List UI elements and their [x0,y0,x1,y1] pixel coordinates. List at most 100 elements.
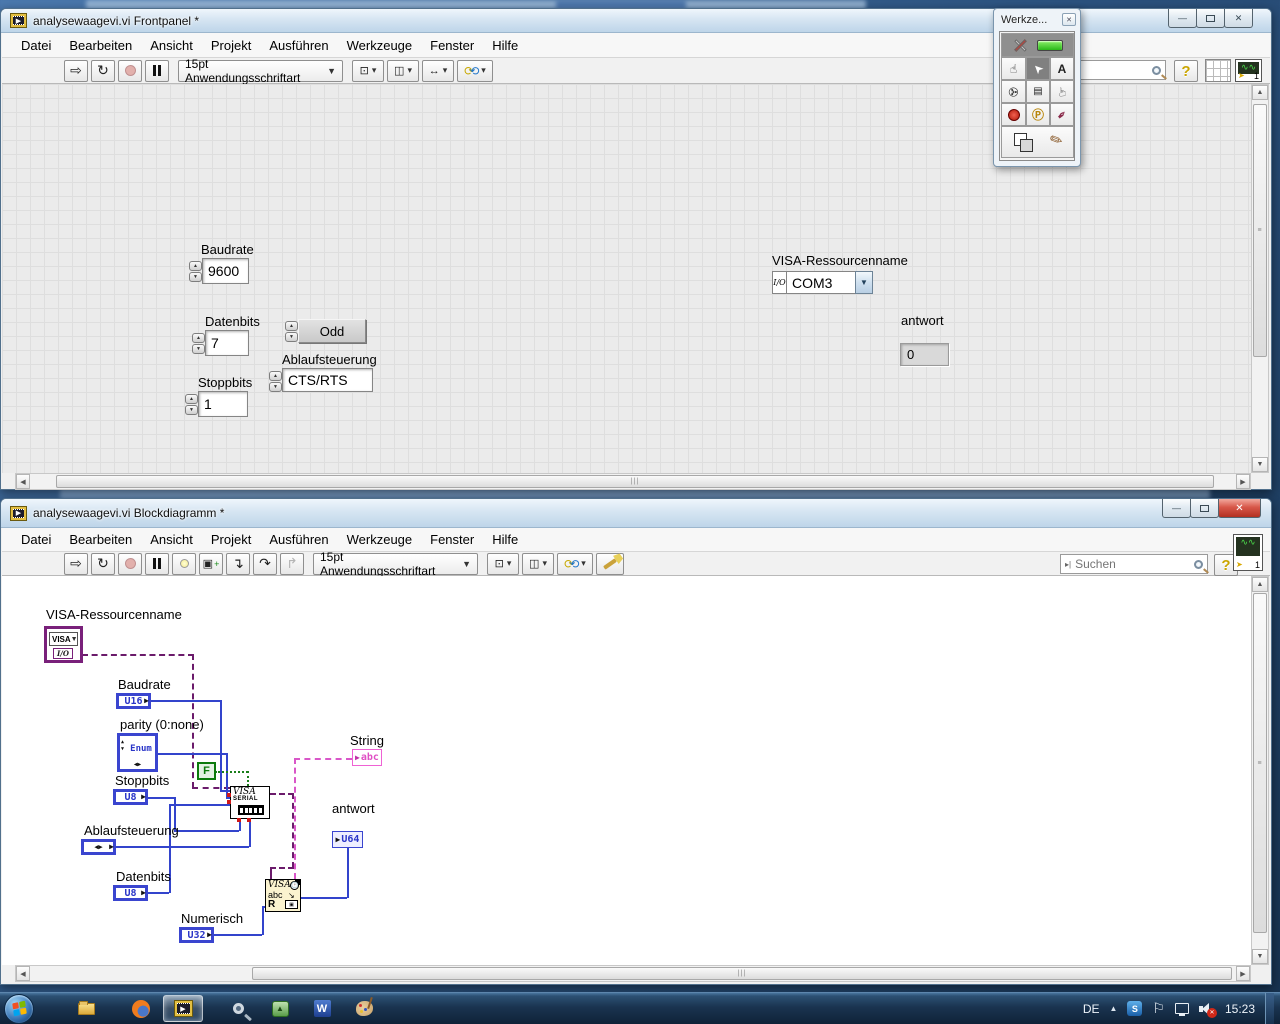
bd-horizontal-scrollbar[interactable]: ◀ ||| ▶ [15,965,1251,982]
string-terminal[interactable]: ▶ abc [352,749,382,766]
ablaufsteuerung-terminal[interactable]: ◀▶ ▶ [81,839,116,855]
fp-hscroll-thumb[interactable]: ||| [56,475,1214,488]
datenbits-field[interactable]: 7 [205,330,249,356]
resize-objects-dropdown[interactable]: ↔ ▾ [422,59,454,82]
taskbar-item-firefox[interactable] [121,995,161,1022]
align-objects-dropdown[interactable]: ⊡ ▾ [487,552,519,575]
menu-ansicht[interactable]: Ansicht [141,532,202,547]
show-desktop-button[interactable] [1265,992,1274,1024]
wire-numerisch[interactable] [213,934,262,936]
tool-automatic-selection[interactable] [1001,33,1074,57]
wire-boolean[interactable] [247,771,249,786]
fp-vertical-scrollbar[interactable]: ▲ ≡ ▼ [1251,84,1269,473]
wire-parity[interactable] [226,753,228,798]
baudrate-field[interactable]: 9600 [202,258,249,284]
menu-bearbeiten[interactable]: Bearbeiten [60,38,141,53]
parity-enum-control[interactable]: Odd [298,319,366,343]
run-button[interactable]: ⇨ [64,552,88,575]
pause-button[interactable] [145,59,169,82]
run-continuous-button[interactable]: ↻ [91,552,115,575]
visa-configure-serial-node[interactable]: VISA SERIAL [227,786,270,822]
wire-boolean[interactable] [215,771,248,773]
step-over-button[interactable]: ↷ [253,552,277,575]
block-diagram-canvas[interactable]: VISA-Ressourcenname VISA ▼ I/O Baudrate U… [2,576,1251,965]
menu-datei[interactable]: Datei [12,38,60,53]
scroll-right-arrow[interactable]: ▶ [1236,474,1250,489]
menu-werkzeuge[interactable]: Werkzeuge [338,38,422,53]
wire-string[interactable] [294,758,352,760]
scroll-left-arrow[interactable]: ◀ [16,474,30,489]
ablaufsteuerung-field[interactable]: CTS/RTS [282,368,373,392]
numerisch-terminal[interactable]: U32 ▶ [179,927,214,943]
network-icon[interactable] [1174,1003,1189,1016]
wire-antwort[interactable] [347,847,349,898]
tool-breakpoint[interactable] [1001,103,1026,126]
search-box[interactable]: ▸| [1060,554,1208,574]
sophos-icon[interactable]: S [1127,1001,1143,1016]
scroll-right-arrow[interactable]: ▶ [1236,966,1250,981]
visa-ressourcenname-field[interactable]: COM3 [786,271,856,294]
wire-baudrate[interactable] [150,700,220,702]
tool-edit-text[interactable]: A [1050,57,1074,80]
background-color-box[interactable] [1020,139,1033,152]
menu-werkzeuge[interactable]: Werkzeuge [338,532,422,547]
tool-set-color[interactable]: ✎ [1001,126,1074,158]
menu-datei[interactable]: Datei [12,532,60,547]
tools-palette[interactable]: Werkze... ✕ ☝ ➤ A ✇ ▤ ☞ Ⓟ ✒ ✎ [993,8,1081,167]
tool-get-color[interactable]: ✒ [1050,103,1074,126]
pause-button[interactable] [145,552,169,575]
visa-resource-terminal[interactable]: VISA ▼ I/O [44,626,83,663]
action-center-flag-icon[interactable]: ⚐ [1152,1000,1165,1017]
menu-ausfuehren[interactable]: Ausführen [260,38,337,53]
taskbar-item-word[interactable]: W [302,995,342,1022]
minimize-button[interactable]: — [1162,499,1191,518]
vi-icon[interactable]: ∿∿ ➤ 1 [1235,59,1262,82]
wire-baudrate[interactable] [220,790,230,792]
maximize-button[interactable] [1190,499,1219,518]
reorder-dropdown[interactable]: ⟳ ⟲ ▾ [557,552,593,575]
wire-datenbits[interactable] [147,892,169,894]
tool-shortcut-menu[interactable]: ▤ [1026,80,1050,103]
false-constant[interactable]: F [197,762,216,780]
menu-projekt[interactable]: Projekt [202,532,260,547]
antwort-terminal[interactable]: ▶ U64 [332,831,363,848]
align-objects-dropdown[interactable]: ⊡ ▾ [352,59,384,82]
wire-datenbits[interactable] [169,804,230,806]
context-help-button[interactable]: ? [1174,60,1198,82]
font-selector[interactable]: 15pt Anwendungsschriftart ▼ [178,57,343,85]
cleanup-diagram-button[interactable] [596,552,624,575]
run-continuous-button[interactable]: ↻ [91,59,115,82]
stoppbits-terminal[interactable]: U8 ▶ [113,789,148,805]
close-button[interactable]: ✕ [1218,499,1261,518]
tool-probe[interactable]: Ⓟ [1026,103,1050,126]
parity-enum-terminal[interactable]: ▲ ▼ Enum ◀▶ [117,733,158,772]
bd-vscroll-thumb[interactable]: ≡ [1253,593,1267,933]
menu-projekt[interactable]: Projekt [202,38,260,53]
wire-parity[interactable] [157,753,226,755]
taskbar-item-artsoft[interactable]: ▲ [260,995,300,1022]
menu-fenster[interactable]: Fenster [421,38,483,53]
connector-pane-icon[interactable] [1205,59,1231,82]
wire-baudrate[interactable] [220,700,222,791]
menu-fenster[interactable]: Fenster [421,532,483,547]
tool-scroll-window[interactable]: ☞ [1050,80,1074,103]
close-button[interactable]: ✕ [1224,9,1253,28]
wire-antwort[interactable] [300,897,347,899]
block-diagram-titlebar[interactable]: ▶ analysewaagevi.vi Blockdiagramm * [1,499,1271,528]
scroll-down-arrow[interactable]: ▼ [1252,949,1268,964]
scroll-up-arrow[interactable]: ▲ [1252,85,1268,100]
datenbits-spinner[interactable]: ▲ ▼ [192,333,205,354]
close-icon[interactable]: ✕ [1062,13,1076,26]
tool-connect-wire[interactable]: ✇ [1001,80,1026,103]
wire-ablaufsteuerung[interactable] [115,846,249,848]
taskbar-item-explorer[interactable] [66,995,106,1022]
stoppbits-spinner[interactable]: ▲ ▼ [185,394,198,415]
scroll-left-arrow[interactable]: ◀ [16,966,30,981]
minimize-button[interactable]: — [1168,9,1197,28]
volume-muted-icon[interactable]: ✕ [1198,1002,1217,1018]
search-history-arrow[interactable]: ▸| [1065,560,1071,569]
baudrate-terminal[interactable]: U16 ▶ [116,693,151,709]
menu-bearbeiten[interactable]: Bearbeiten [60,532,141,547]
wire-visa[interactable] [270,867,294,869]
datenbits-terminal[interactable]: U8 ▶ [113,885,148,901]
